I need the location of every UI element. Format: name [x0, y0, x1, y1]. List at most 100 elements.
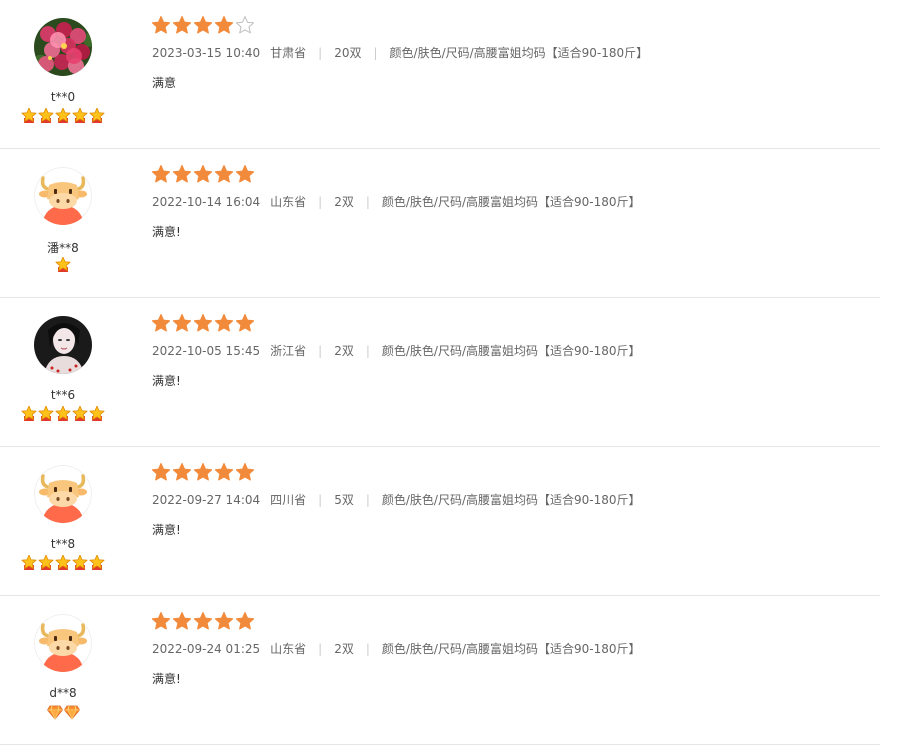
review-province: 山东省 [270, 195, 307, 209]
star-empty-icon [236, 16, 254, 34]
star-filled-icon [152, 16, 170, 34]
review-meta: 2023-03-15 10:40 甘肃省 | 20双 | 颜色/肤色/尺码/高腰… [152, 44, 872, 61]
star-filled-icon [215, 612, 233, 630]
reviewer-level-badges [0, 555, 126, 571]
star-filled-icon [194, 165, 212, 183]
crown-level-icon [72, 108, 88, 123]
bull-avatar-image [34, 167, 92, 225]
review-province: 甘肃省 [270, 46, 307, 60]
reviewer-username: t**8 [50, 537, 76, 551]
rating-stars [152, 165, 872, 183]
review-date: 2022-09-24 01:25 [152, 641, 261, 656]
crown-level-icon [55, 555, 71, 570]
avatar[interactable] [34, 316, 92, 374]
star-filled-icon [152, 314, 170, 332]
meta-separator: | [365, 641, 370, 656]
bull-avatar-image [34, 465, 92, 523]
review-meta: 2022-10-05 15:45 浙江省 | 2双 | 颜色/肤色/尺码/高腰富… [152, 342, 872, 359]
star-filled-icon [236, 314, 254, 332]
review-province: 四川省 [270, 493, 307, 507]
star-filled-icon [173, 165, 191, 183]
star-filled-icon [173, 16, 191, 34]
diamond-level-icon [63, 705, 80, 720]
star-filled-icon [215, 463, 233, 481]
review-quantity: 5双 [334, 493, 354, 507]
review-item: t**0 2023-03-15 10:40 甘肃省 | 20双 | 颜色/肤色/… [0, 0, 880, 149]
star-filled-icon [194, 612, 212, 630]
star-filled-icon [152, 612, 170, 630]
review-meta: 2022-10-14 16:04 山东省 | 2双 | 颜色/肤色/尺码/高腰富… [152, 193, 872, 210]
reviewer-level-badges [0, 108, 126, 124]
review-province: 山东省 [270, 642, 307, 656]
star-filled-icon [194, 314, 212, 332]
review-content: 2023-03-15 10:40 甘肃省 | 20双 | 颜色/肤色/尺码/高腰… [152, 16, 872, 91]
review-text: 满意 [152, 76, 177, 90]
crown-level-icon [89, 108, 105, 123]
review-quantity: 2双 [334, 642, 354, 656]
review-text: 满意! [152, 374, 181, 388]
star-filled-icon [173, 463, 191, 481]
review-sku: 颜色/肤色/尺码/高腰富姐均码【适合90-180斤】 [381, 344, 641, 358]
avatar[interactable] [34, 18, 92, 76]
crown-level-icon [38, 108, 54, 123]
meta-separator: | [318, 492, 323, 507]
reviewer-info: t**6 [0, 298, 126, 447]
avatar[interactable] [34, 614, 92, 672]
rating-stars [152, 463, 872, 481]
avatar[interactable] [34, 465, 92, 523]
crown-level-icon [21, 406, 37, 421]
star-filled-icon [152, 463, 170, 481]
review-text: 满意! [152, 672, 181, 686]
review-date: 2023-03-15 10:40 [152, 45, 261, 60]
meta-separator: | [365, 343, 370, 358]
review-quantity: 20双 [334, 46, 362, 60]
crown-level-icon [55, 406, 71, 421]
star-filled-icon [215, 165, 233, 183]
meta-separator: | [318, 194, 323, 209]
crown-level-icon [55, 108, 71, 123]
avatar[interactable] [34, 167, 92, 225]
review-content: 2022-09-27 14:04 四川省 | 5双 | 颜色/肤色/尺码/高腰富… [152, 463, 872, 538]
meta-separator: | [365, 194, 370, 209]
star-filled-icon [194, 463, 212, 481]
crown-level-icon [72, 406, 88, 421]
crown-level-icon [38, 555, 54, 570]
review-date: 2022-10-05 15:45 [152, 343, 261, 358]
crown-level-icon [89, 555, 105, 570]
star-filled-icon [236, 463, 254, 481]
review-meta: 2022-09-27 14:04 四川省 | 5双 | 颜色/肤色/尺码/高腰富… [152, 491, 872, 508]
portrait-photo-avatar-image [34, 316, 92, 374]
review-text: 满意! [152, 523, 181, 537]
reviewer-level-badges [0, 406, 126, 422]
reviewer-info: d**8 [0, 596, 126, 745]
star-filled-icon [236, 612, 254, 630]
star-filled-icon [236, 165, 254, 183]
review-item: t**8 2022-09-27 14:04 四川省 | 5双 | 颜色/肤色/尺… [0, 447, 880, 596]
review-date: 2022-10-14 16:04 [152, 194, 261, 209]
review-sku: 颜色/肤色/尺码/高腰富姐均码【适合90-180斤】 [381, 642, 641, 656]
review-quantity: 2双 [334, 195, 354, 209]
crown-level-icon [21, 555, 37, 570]
rating-stars [152, 314, 872, 332]
star-filled-icon [152, 165, 170, 183]
review-quantity: 2双 [334, 344, 354, 358]
review-date: 2022-09-27 14:04 [152, 492, 261, 507]
review-sku: 颜色/肤色/尺码/高腰富姐均码【适合90-180斤】 [381, 493, 641, 507]
reviewer-username: d**8 [49, 686, 77, 700]
crown-level-icon [38, 406, 54, 421]
rating-stars [152, 16, 872, 34]
review-content: 2022-09-24 01:25 山东省 | 2双 | 颜色/肤色/尺码/高腰富… [152, 612, 872, 687]
reviewer-level-badges [0, 704, 126, 720]
crown-level-icon [72, 555, 88, 570]
star-filled-icon [215, 314, 233, 332]
reviewer-level-badges [0, 257, 126, 273]
review-content: 2022-10-05 15:45 浙江省 | 2双 | 颜色/肤色/尺码/高腰富… [152, 314, 872, 389]
crown-level-icon [21, 108, 37, 123]
review-sku: 颜色/肤色/尺码/高腰富姐均码【适合90-180斤】 [381, 195, 641, 209]
bull-avatar-image [34, 614, 92, 672]
review-meta: 2022-09-24 01:25 山东省 | 2双 | 颜色/肤色/尺码/高腰富… [152, 640, 872, 657]
reviewer-info: t**0 [0, 0, 126, 149]
star-filled-icon [194, 16, 212, 34]
reviewer-username: 潘**8 [47, 241, 79, 255]
reviewer-username: t**0 [50, 90, 76, 104]
